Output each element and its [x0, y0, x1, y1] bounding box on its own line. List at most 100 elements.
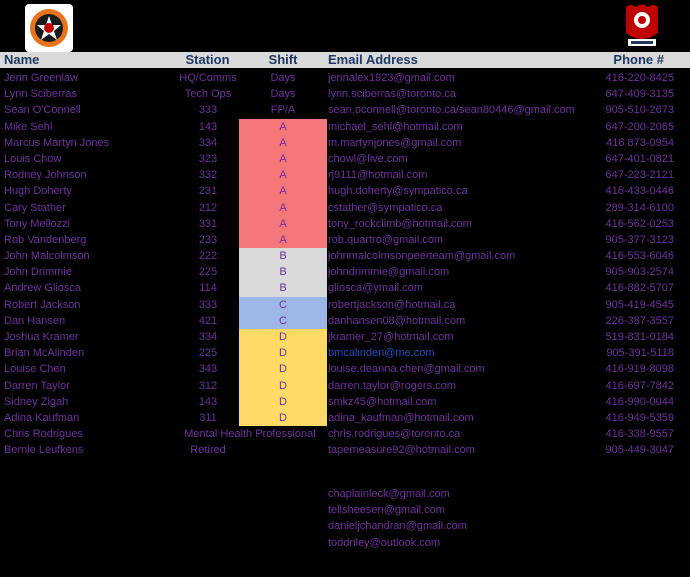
station-cell: 312: [198, 379, 218, 392]
email-link[interactable]: rob.quartro@gmail.com: [328, 232, 443, 248]
phone-cell: 416-919-8098: [605, 363, 674, 376]
station-cell: 225: [198, 266, 218, 279]
email-link[interactable]: tony_rockclimb@hotmail.com: [328, 216, 472, 232]
station-cell: 343: [198, 363, 218, 376]
name-cell: John Drimmie: [4, 266, 72, 279]
table-row: A Cary Stather 212 cstather@sympatico.ca 289…: [0, 199, 690, 216]
name-cell: Louise Chen: [4, 363, 66, 376]
station-cell: 114: [199, 282, 217, 295]
phone-cell: 905-377-3123: [605, 233, 674, 246]
table-row: B Andrew Gliosca 114 gliosca@ymail.com 416-8…: [0, 280, 690, 297]
shift-cell: A: [239, 118, 327, 135]
station-cell: 332: [198, 169, 218, 182]
phone-cell: 905-391-5118: [606, 347, 674, 360]
table-row: Chris Rodrigues Mental Health Professiona…: [0, 426, 690, 442]
extra-email-link[interactable]: chaplainleck@gmail.com: [328, 486, 467, 502]
shift-cell: [239, 442, 327, 458]
table-row: Bernie Leufkens Retired tapemeasure92@hotm…: [0, 442, 690, 458]
extra-email-link[interactable]: danieljchandran@gmail.com: [328, 518, 467, 534]
station-cell: Mental Health Professional: [184, 428, 316, 441]
email-link[interactable]: michael_sehl@hotmail.com: [328, 119, 463, 135]
name-cell: Darren Taylor: [4, 379, 70, 392]
name-cell: Robert Jackson: [4, 298, 81, 311]
header-phone: Phone #: [613, 52, 664, 67]
email-link[interactable]: rj9111@hotmail.com: [328, 167, 427, 183]
phone-cell: 416-990-0044: [605, 395, 674, 408]
shift-cell: Days: [270, 72, 296, 84]
email-link[interactable]: gliosca@ymail.com: [328, 280, 423, 296]
table-row: A Tony Mellozzi 331 tony_rockclimb@hotmail.…: [0, 215, 690, 232]
email-link[interactable]: robertjackson@hotmail.ca: [328, 297, 455, 313]
extra-email-link[interactable]: tellsheesen@gmail.com: [328, 502, 467, 518]
table-row: A Marcus Martyn Jones 334 m.martynjones@gma…: [0, 134, 690, 151]
station-cell: 311: [199, 411, 217, 424]
table-row: B John Drimmie 225 johndrimmie@gmail.com 905…: [0, 264, 690, 281]
email-link[interactable]: johndrimmie@gmail.com: [328, 264, 449, 280]
shift-cell: A: [239, 150, 327, 168]
station-cell: 222: [198, 250, 218, 263]
shift-cell: C: [239, 296, 327, 313]
station-cell: 421: [198, 314, 218, 327]
phone-cell: 416-433-0446: [605, 185, 674, 198]
table-row: B John Malcolmson 222 johnmalcolmsonpeertea…: [0, 248, 690, 265]
shift-cell: B: [239, 280, 327, 297]
table-row: D Sidney Zigah 143 smkz45@hotmail.com 416-99…: [0, 393, 690, 410]
table-row: C Dan Hansen 421 danhansen08@hotmail.com 226…: [0, 312, 690, 329]
toronto-fire-services-logo-icon: [622, 3, 662, 49]
phone-cell: 647-223-2121: [605, 169, 674, 182]
email-link[interactable]: tapemeasure92@hotmail.com: [328, 442, 475, 458]
station-cell: 334: [198, 331, 218, 343]
phone-cell: 905-419-4545: [605, 298, 674, 311]
email-link[interactable]: sean.oconnell@toronto.ca/sean80446@gmail…: [328, 102, 575, 118]
phone-cell: 647-409-3135: [605, 88, 674, 101]
station-cell: 143: [198, 120, 218, 133]
email-link[interactable]: chris.rodrigues@toronto.ca: [328, 426, 460, 442]
email-link[interactable]: chowl@live.com: [328, 151, 408, 167]
name-cell: Rob Vandenberg: [4, 233, 87, 246]
email-link[interactable]: jkramer_27@hotmail.com: [328, 329, 454, 345]
name-cell: Marcus Martyn Jones: [4, 136, 110, 149]
email-link[interactable]: m.martynjones@gmail.com: [328, 135, 461, 151]
email-link[interactable]: bmcalinden@me.com: [328, 345, 435, 361]
station-cell: 212: [198, 201, 218, 214]
email-link[interactable]: cstather@sympatico.ca: [328, 200, 443, 216]
phone-cell: 416-562-0253: [605, 217, 674, 230]
phone-cell: 647-401-0821: [605, 152, 674, 165]
email-link[interactable]: danhansen08@hotmail.com: [328, 313, 465, 329]
table-row: A Louis Chow 323 chowl@live.com 647-401-0821: [0, 150, 690, 168]
email-link[interactable]: smkz45@hotmail.com: [328, 394, 436, 410]
email-link[interactable]: darren.taylor@rogers.com: [328, 378, 456, 394]
table-row: D Louise Chen 343 louise.deanna.chen@gmail.…: [0, 361, 690, 378]
table-row: D Brian McAlinden 225 bmcalinden@me.com 905-…: [0, 345, 690, 362]
email-link[interactable]: louise.deanna.chen@gmail.com: [328, 361, 485, 377]
phone-cell: 416-949-5359: [605, 411, 674, 424]
station-cell: 225: [198, 347, 218, 360]
email-link[interactable]: hugh.doherty@sympatico.ca: [328, 183, 468, 199]
email-link[interactable]: lynn.sciberras@toronto.ca: [328, 86, 456, 102]
name-cell: Brian McAlinden: [4, 347, 85, 360]
contact-table: Days Jenn Greenlaw HQ/Comms jennalex1923@gm…: [0, 70, 690, 459]
email-link[interactable]: jennalex1923@gmail.com: [328, 70, 455, 86]
extra-email-link[interactable]: toddriley@outlook.com: [328, 535, 467, 551]
phone-cell: 905-510-2673: [605, 104, 674, 117]
shift-cell: B: [239, 248, 327, 265]
shift-cell: D: [239, 393, 327, 410]
header-name: Name: [4, 52, 40, 67]
table-row: A Mike Sehl 143 michael_sehl@hotmail.com 647…: [0, 118, 690, 135]
shift-cell: D: [239, 361, 327, 378]
name-cell: John Malcolmson: [4, 250, 90, 263]
shift-cell: C: [239, 312, 327, 329]
name-cell: Sidney Zigah: [4, 395, 69, 408]
email-link[interactable]: johnmalcolmsonpeerteam@gmail.com: [328, 248, 515, 264]
table-row: Days Lynn Sciberras Tech Ops lynn.sciberras…: [0, 86, 690, 102]
station-cell: 231: [198, 185, 218, 198]
email-link[interactable]: adina_kaufman@hotmail.com: [328, 410, 474, 426]
name-cell: Hugh Doherty: [4, 185, 72, 198]
name-cell: Mike Sehl: [4, 120, 53, 133]
phone-cell: 416-697-7842: [605, 379, 674, 392]
station-cell: HQ/Comms: [179, 72, 237, 84]
phone-cell: 905-449-3047: [605, 444, 674, 457]
name-cell: Rodney Johnson: [4, 169, 87, 182]
name-cell: Joshua Kramer: [4, 331, 79, 343]
table-row: A Rodney Johnson 332 rj9111@hotmail.com 647-…: [0, 167, 690, 184]
